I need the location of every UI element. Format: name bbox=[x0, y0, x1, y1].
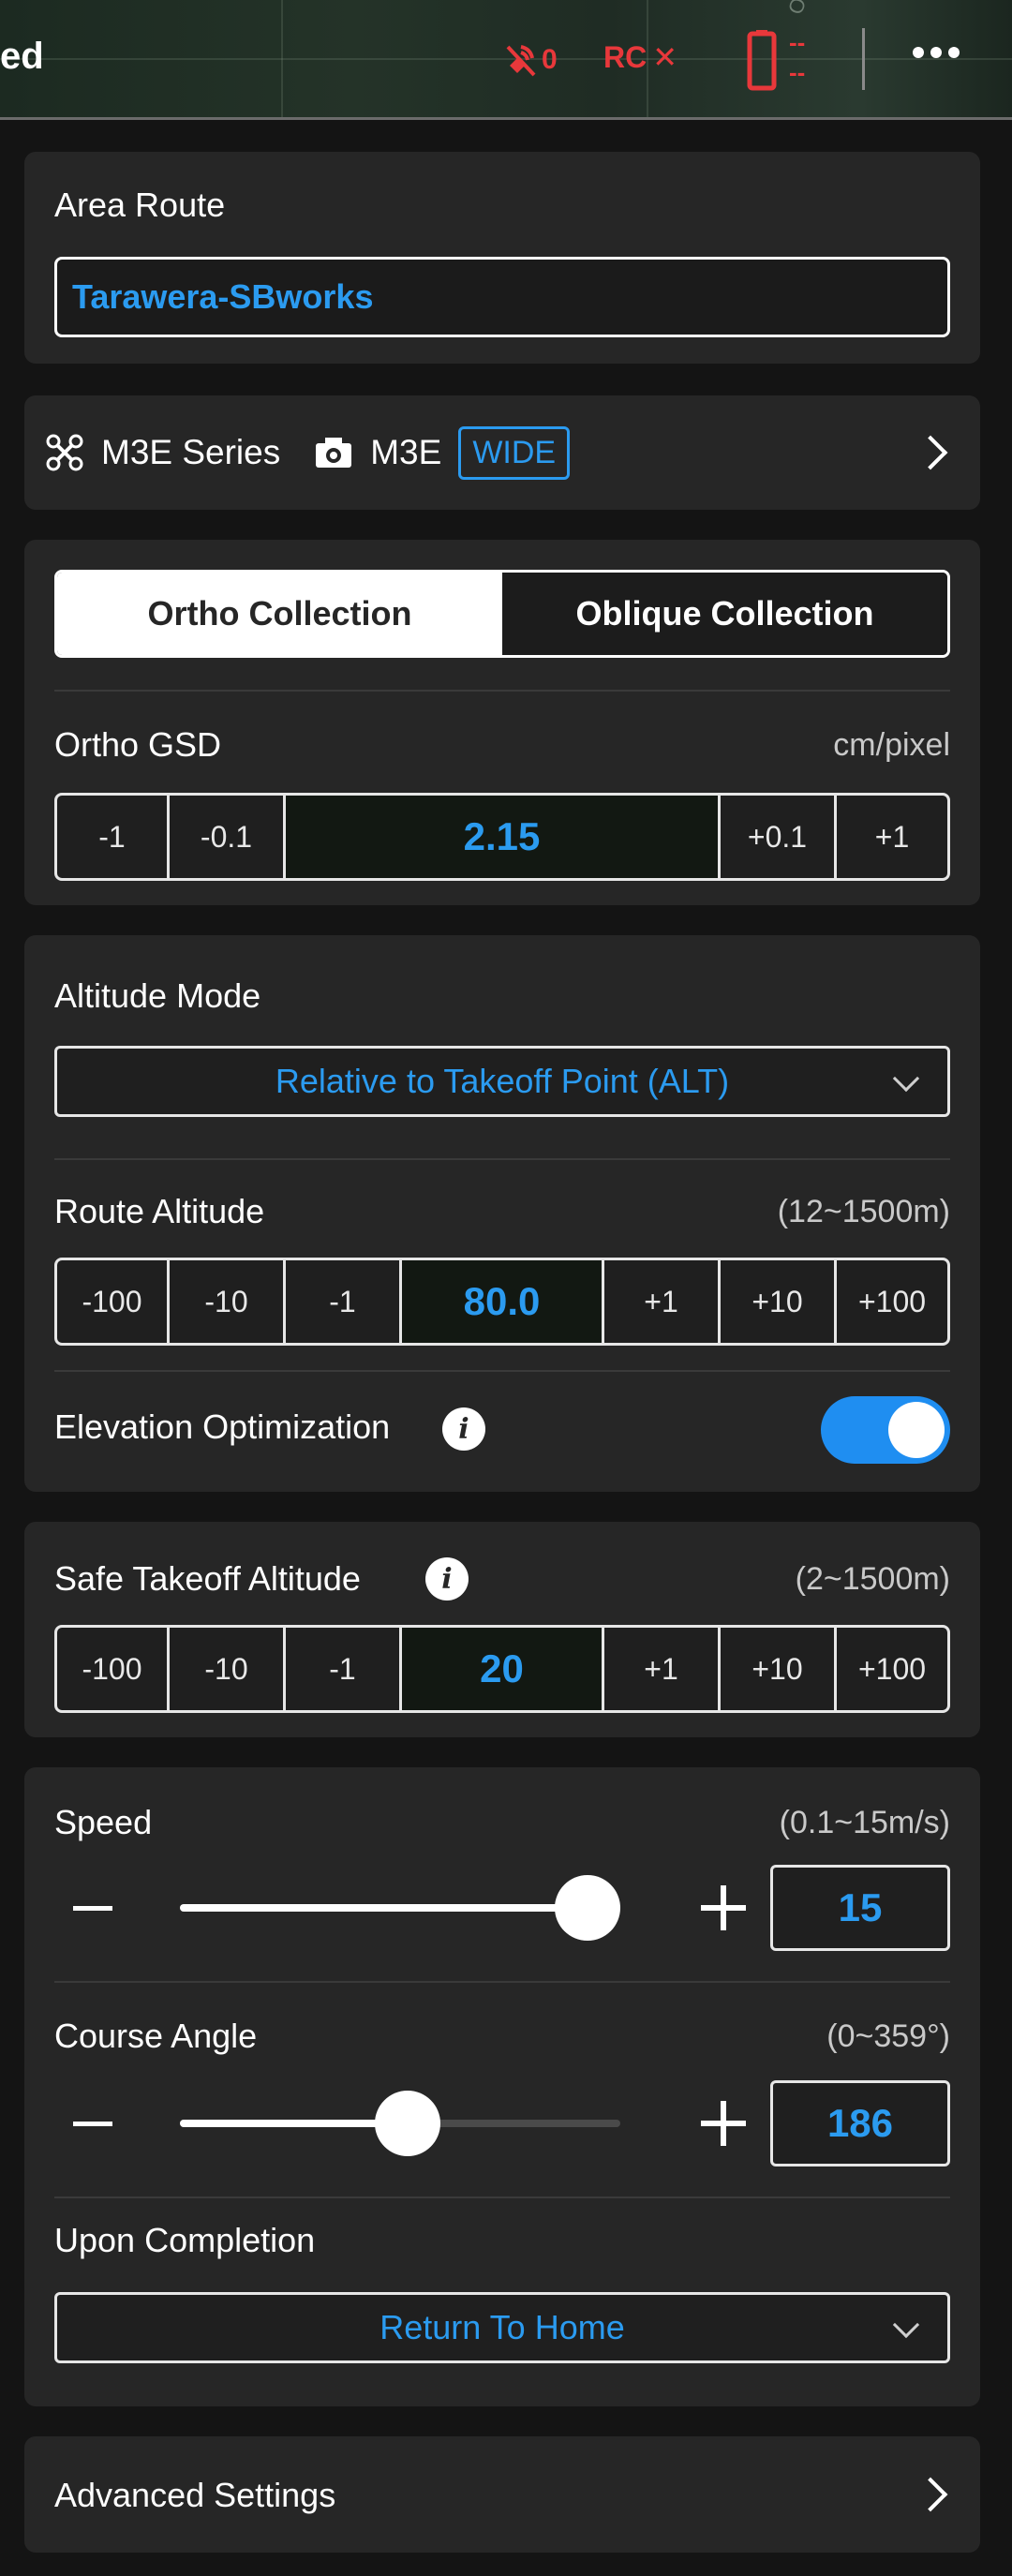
divider bbox=[54, 690, 950, 692]
signal-status: 0 bbox=[504, 41, 558, 79]
advanced-settings-label: Advanced Settings bbox=[54, 2476, 336, 2514]
aircraft-selector[interactable]: M3E Series M3E WIDE bbox=[24, 395, 980, 510]
lens-badge: WIDE bbox=[458, 425, 571, 480]
collection-mode-toggle: Ortho Collection Oblique Collection bbox=[54, 570, 950, 658]
top-status-bar: ed 0 RC ✕ -- -- Old North bbox=[0, 0, 1012, 120]
chevron-down-icon bbox=[892, 2311, 920, 2339]
gsd-decrease-1-button[interactable]: -1 bbox=[57, 796, 170, 878]
map-grid-line bbox=[281, 0, 283, 117]
altitude-mode-label: Altitude Mode bbox=[54, 976, 261, 1015]
flight-settings-card: Speed (0.1~15m/s) 15 Course Angle (0~359… bbox=[24, 1767, 980, 2406]
safe-takeoff-range: (2~1500m) bbox=[795, 1561, 950, 1597]
course-decrease-button[interactable] bbox=[73, 2122, 112, 2126]
takeoff-card: Safe Takeoff Altitude i (2~1500m) -100 -… bbox=[24, 1522, 980, 1737]
safe-takeoff-altitude-label: Safe Takeoff Altitude bbox=[54, 1559, 361, 1598]
speed-decrease-button[interactable] bbox=[73, 1906, 112, 1911]
gsd-unit: cm/pixel bbox=[833, 727, 950, 763]
upon-completion-label: Upon Completion bbox=[54, 2221, 316, 2259]
camera-icon bbox=[316, 438, 352, 468]
route-name-input[interactable]: Tarawera-SBworks bbox=[54, 257, 950, 337]
battery-icon bbox=[747, 30, 777, 91]
takeoff-increase-100-button[interactable]: +100 bbox=[837, 1628, 947, 1710]
tab-oblique-collection[interactable]: Oblique Collection bbox=[502, 573, 947, 655]
info-icon[interactable]: i bbox=[425, 1557, 469, 1601]
elevation-optimization-toggle[interactable] bbox=[821, 1396, 950, 1464]
collection-card: Ortho Collection Oblique Collection Orth… bbox=[24, 540, 980, 905]
speed-range: (0.1~15m/s) bbox=[779, 1805, 950, 1840]
rc-status: RC ✕ bbox=[603, 39, 677, 75]
route-altitude-label: Route Altitude bbox=[54, 1192, 265, 1230]
course-angle-slider[interactable] bbox=[180, 2091, 620, 2156]
gsd-increase-1-button[interactable]: +1 bbox=[837, 796, 947, 878]
takeoff-decrease-100-button[interactable]: -100 bbox=[57, 1628, 170, 1710]
rc-label: RC bbox=[603, 39, 647, 74]
course-angle-value-input[interactable]: 186 bbox=[770, 2080, 950, 2167]
gsd-stepper: -1 -0.1 2.15 +0.1 +1 bbox=[54, 793, 950, 881]
altitude-decrease-1-button[interactable]: -1 bbox=[286, 1260, 402, 1343]
upon-completion-dropdown[interactable]: Return To Home bbox=[54, 2292, 950, 2363]
gsd-increase-0.1-button[interactable]: +0.1 bbox=[721, 796, 837, 878]
course-angle-label: Course Angle bbox=[54, 2017, 258, 2055]
battery-status: -- -- bbox=[744, 28, 819, 97]
takeoff-decrease-10-button[interactable]: -10 bbox=[170, 1628, 286, 1710]
gsd-label: Ortho GSD bbox=[54, 725, 222, 764]
takeoff-increase-1-button[interactable]: +1 bbox=[604, 1628, 721, 1710]
course-slider-thumb[interactable] bbox=[375, 2091, 440, 2156]
course-angle-range: (0~359°) bbox=[826, 2018, 950, 2054]
toggle-knob bbox=[888, 1402, 945, 1458]
gsd-value[interactable]: 2.15 bbox=[286, 796, 721, 878]
altitude-decrease-10-button[interactable]: -10 bbox=[170, 1260, 286, 1343]
drone-icon bbox=[46, 434, 83, 471]
route-name-card: Area Route Tarawera-SBworks bbox=[24, 152, 980, 364]
route-altitude-stepper: -100 -10 -1 80.0 +1 +10 +100 bbox=[54, 1258, 950, 1346]
takeoff-decrease-1-button[interactable]: -1 bbox=[286, 1628, 402, 1710]
speed-increase-button[interactable] bbox=[701, 1885, 746, 1930]
altitude-decrease-100-button[interactable]: -100 bbox=[57, 1260, 170, 1343]
drone-series-label: M3E Series bbox=[101, 433, 281, 471]
signal-lost-icon bbox=[506, 45, 536, 77]
altitude-increase-100-button[interactable]: +100 bbox=[837, 1260, 947, 1343]
route-altitude-range: (12~1500m) bbox=[777, 1194, 950, 1229]
divider bbox=[862, 28, 865, 90]
map-road-label: Old North bbox=[783, 0, 837, 18]
divider bbox=[54, 1981, 950, 1983]
divider bbox=[54, 1370, 950, 1372]
tab-ortho-collection[interactable]: Ortho Collection bbox=[57, 573, 502, 655]
signal-count: 0 bbox=[542, 44, 558, 75]
altitude-increase-10-button[interactable]: +10 bbox=[721, 1260, 837, 1343]
speed-slider[interactable] bbox=[180, 1875, 620, 1941]
upon-completion-value: Return To Home bbox=[380, 2308, 625, 2346]
more-icon[interactable] bbox=[913, 47, 960, 58]
camera-label: M3E bbox=[370, 433, 442, 471]
gsd-decrease-0.1-button[interactable]: -0.1 bbox=[170, 796, 286, 878]
safe-takeoff-stepper: -100 -10 -1 20 +1 +10 +100 bbox=[54, 1625, 950, 1713]
altitude-increase-1-button[interactable]: +1 bbox=[604, 1260, 721, 1343]
altitude-mode-dropdown[interactable]: Relative to Takeoff Point (ALT) bbox=[54, 1046, 950, 1117]
course-increase-button[interactable] bbox=[701, 2101, 746, 2146]
info-icon[interactable]: i bbox=[442, 1407, 485, 1451]
battery-dash-bottom: -- bbox=[789, 58, 806, 86]
battery-dash-top: -- bbox=[789, 28, 806, 56]
divider bbox=[54, 2196, 950, 2198]
elevation-optimization-label: Elevation Optimization bbox=[54, 1407, 391, 1446]
route-altitude-value[interactable]: 80.0 bbox=[402, 1260, 604, 1343]
chevron-right-icon bbox=[913, 2477, 948, 2512]
altitude-mode-value: Relative to Takeoff Point (ALT) bbox=[275, 1062, 730, 1100]
chevron-down-icon bbox=[892, 1065, 920, 1093]
speed-value-input[interactable]: 15 bbox=[770, 1865, 950, 1951]
speed-slider-thumb[interactable] bbox=[555, 1875, 620, 1941]
rc-disconnected-icon: ✕ bbox=[652, 40, 678, 74]
takeoff-increase-10-button[interactable]: +10 bbox=[721, 1628, 837, 1710]
altitude-card: Altitude Mode Relative to Takeoff Point … bbox=[24, 935, 980, 1492]
route-section-label: Area Route bbox=[54, 186, 226, 224]
advanced-settings-row[interactable]: Advanced Settings bbox=[24, 2436, 980, 2553]
speed-label: Speed bbox=[54, 1803, 153, 1841]
divider bbox=[54, 1158, 950, 1160]
page-title-fragment: ed bbox=[0, 36, 44, 77]
safe-takeoff-value[interactable]: 20 bbox=[402, 1628, 604, 1710]
